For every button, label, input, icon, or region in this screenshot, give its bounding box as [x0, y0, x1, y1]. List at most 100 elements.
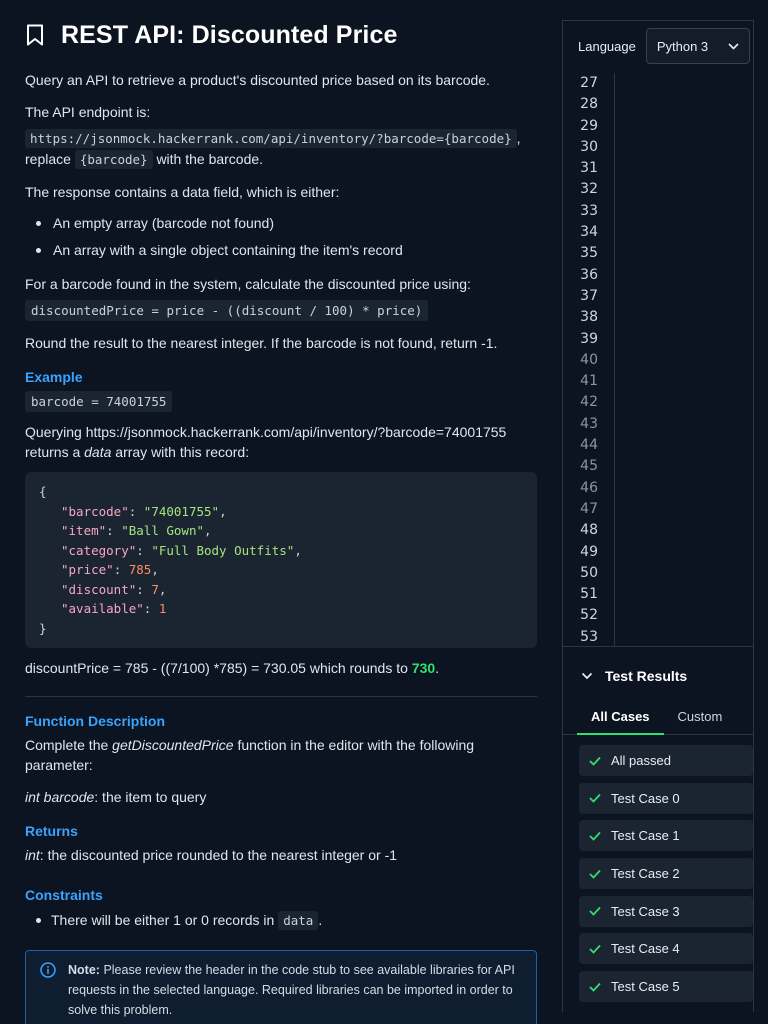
endpoint-label: The API endpoint is: — [25, 104, 151, 120]
line-number: 53 — [580, 628, 598, 645]
json-value: "74001755" — [143, 503, 220, 519]
line-number: 29 — [580, 117, 598, 134]
line-number: 43 — [580, 415, 598, 432]
endpoint-line: https://jsonmock.hackerrank.com/api/inve… — [25, 128, 537, 170]
constraint-code: data — [278, 911, 319, 930]
test-case-label: Test Case 0 — [611, 790, 680, 806]
line-number: 32 — [580, 181, 598, 198]
line-number: 38 — [580, 309, 598, 326]
line-number: 27 — [580, 75, 598, 91]
replace-pre: replace — [25, 151, 71, 167]
line-number: 36 — [580, 266, 598, 283]
test-case-label: All passed — [611, 753, 671, 768]
json-key: "item" — [61, 523, 107, 538]
line-number: 37 — [580, 287, 598, 304]
json-line: "available": 1 — [61, 601, 167, 616]
check-icon — [589, 907, 601, 917]
test-case-item[interactable]: Test Case 4 — [579, 933, 753, 965]
json-comma: , — [204, 523, 212, 538]
line-number: 33 — [580, 202, 598, 219]
query-url-text: Querying https://jsonmock.hackerrank.com… — [25, 424, 507, 440]
list-item: An array with a single object containing… — [25, 237, 537, 264]
page-title: REST API: Discounted Price — [61, 20, 398, 49]
example-code: barcode = 74001755 — [25, 391, 173, 412]
test-case-item[interactable]: Test Case 5 — [579, 971, 753, 1003]
line-number: 41 — [580, 373, 598, 390]
line-number: 52 — [580, 607, 598, 624]
section-divider — [25, 696, 537, 697]
constraints-list: There will be either 1 or 0 records in d… — [25, 907, 537, 934]
code-editor-panel: Language Python 3 27 28 29 30 31 32 33 3… — [562, 20, 754, 647]
returns-description: int: the discounted price rounded to the… — [25, 845, 537, 865]
check-icon — [589, 944, 601, 954]
test-case-list: All passed Test Case 0 Test Case 1 Test … — [563, 745, 753, 1003]
test-case-item[interactable]: Test Case 3 — [579, 895, 753, 927]
json-value: 7 — [151, 581, 159, 597]
line-number: 31 — [580, 160, 598, 177]
check-icon — [589, 831, 601, 841]
check-icon — [589, 982, 601, 992]
replace-post: with the barcode. — [156, 151, 264, 167]
list-item: An empty array (barcode not found) — [25, 210, 537, 237]
formula-intro: For a barcode found in the system, calcu… — [25, 276, 471, 292]
test-case-label: Test Case 4 — [611, 941, 680, 957]
func-name: getDiscountedPrice — [112, 737, 234, 753]
title-row: REST API: Discounted Price — [25, 0, 537, 70]
language-label: Language — [578, 38, 636, 54]
test-case-item[interactable]: Test Case 1 — [579, 820, 753, 852]
calc-text: discountPrice = 785 - ((7/100) *785) = 7… — [25, 658, 537, 678]
list-item: There will be either 1 or 0 records in d… — [25, 907, 537, 934]
line-number: 40 — [580, 351, 598, 368]
constraint-post: . — [318, 912, 323, 928]
returns-em: data — [84, 444, 112, 460]
returns-pre: returns a — [25, 444, 81, 460]
json-comma: , — [219, 503, 227, 519]
test-case-item[interactable]: All passed — [579, 745, 753, 776]
code-area[interactable] — [616, 73, 753, 646]
function-description: Complete the getDiscountedPrice function… — [25, 735, 537, 775]
info-icon — [40, 962, 56, 978]
json-value: 785 — [128, 562, 152, 577]
example-heading: Example — [25, 369, 83, 385]
calc-period: . — [435, 660, 440, 676]
line-number: 48 — [580, 522, 598, 539]
response-intro: The response contains a data field, whic… — [25, 184, 340, 200]
chevron-down-icon[interactable] — [581, 670, 593, 682]
tab-all-cases[interactable]: All Cases — [577, 705, 664, 735]
json-line: "discount": 7, — [61, 581, 167, 597]
line-number: 39 — [580, 330, 598, 347]
note-label: Note: — [68, 963, 100, 977]
test-case-item[interactable]: Test Case 0 — [579, 782, 753, 814]
json-key: "discount" — [61, 581, 137, 597]
json-close: } — [39, 620, 47, 636]
param-desc: : the item to query — [94, 789, 207, 805]
endpoint-comma: , — [516, 130, 521, 146]
line-number-gutter: 27 28 29 30 31 32 33 34 35 36 37 38 39 4… — [563, 73, 615, 647]
calc-expression: discountPrice = 785 - ((7/100) *785) = 7… — [25, 660, 408, 676]
json-key: "barcode" — [61, 503, 129, 519]
test-case-label: Test Case 1 — [611, 828, 680, 844]
line-number: 49 — [580, 543, 598, 560]
json-key: "available" — [61, 601, 144, 616]
bookmark-icon[interactable] — [25, 24, 45, 46]
line-number: 34 — [580, 224, 598, 241]
chevron-down-icon — [728, 42, 739, 50]
endpoint-url: https://jsonmock.hackerrank.com/api/inve… — [25, 129, 517, 148]
returns-heading: Returns — [25, 823, 78, 839]
line-number: 30 — [580, 138, 598, 155]
parameter-description: int barcode: the item to query — [25, 787, 537, 807]
json-line: "price": 785, — [61, 562, 159, 577]
line-number: 45 — [580, 458, 598, 475]
test-results-header[interactable]: Test Results — [563, 647, 753, 705]
tab-custom[interactable]: Custom — [664, 705, 737, 735]
returns-type: int — [25, 847, 40, 863]
returns-desc: : the discounted price rounded to the ne… — [39, 847, 398, 863]
test-results-panel: Test Results All Cases Custom All passed… — [562, 646, 754, 1012]
language-row: Language Python 3 — [563, 21, 753, 71]
test-tabs: All Cases Custom — [577, 705, 753, 735]
check-icon — [589, 794, 601, 803]
problem-panel: REST API: Discounted Price Query an API … — [0, 0, 562, 1024]
json-comma: , — [158, 581, 167, 597]
test-case-item[interactable]: Test Case 2 — [579, 858, 753, 890]
language-select[interactable]: Python 3 — [645, 28, 750, 64]
